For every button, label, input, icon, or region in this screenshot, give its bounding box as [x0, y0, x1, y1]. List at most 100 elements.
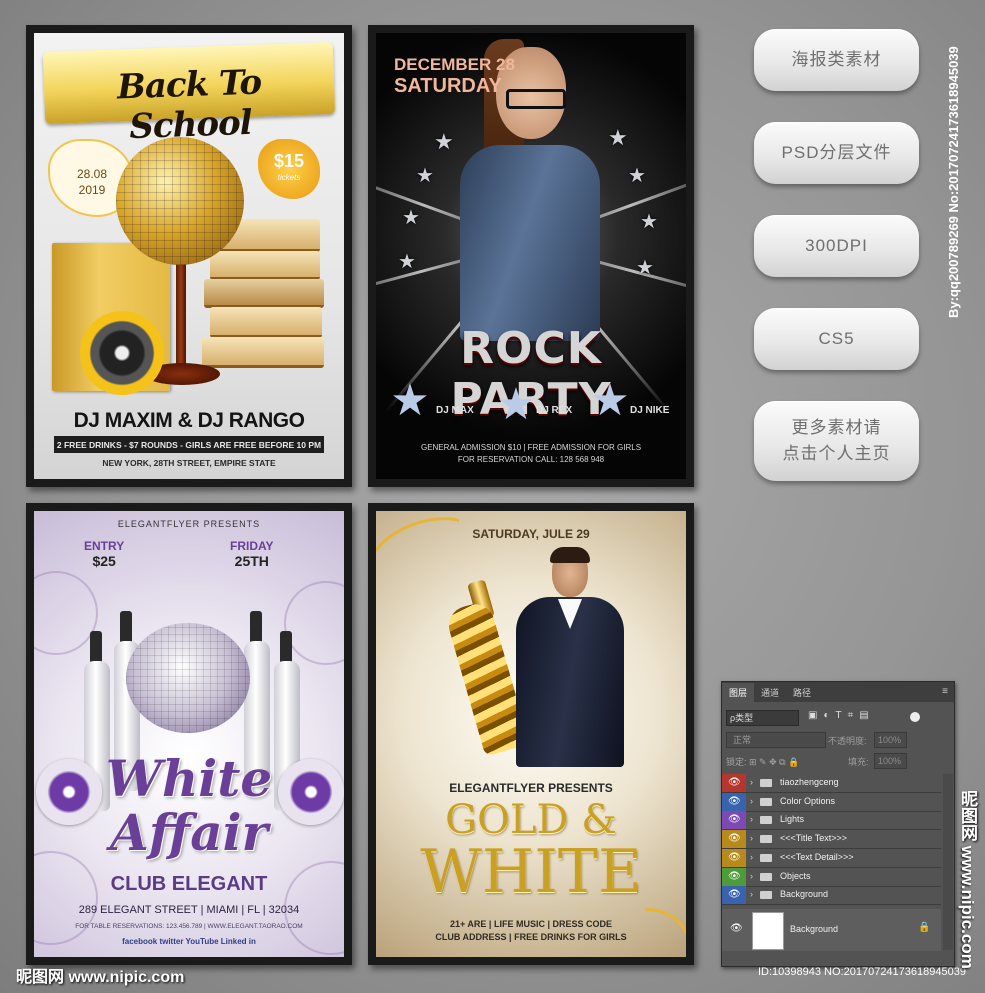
chevron-right-icon[interactable]: ›: [750, 777, 753, 787]
layer-row[interactable]: 👁 › Lights: [722, 811, 941, 831]
date-line1: 28.08: [76, 167, 108, 181]
layers-panel: 图层 通道 路径 ≡ ρ类型 ▣◐T⌗▤ 正常 不透明度: 100% 锁定: ⊞…: [721, 681, 955, 967]
star-icon: ★: [640, 211, 658, 233]
star-icon: ★: [402, 207, 420, 229]
ornament: [34, 571, 98, 655]
layer-row[interactable]: 👁 › Background: [722, 886, 941, 906]
price-value: $15: [273, 151, 305, 171]
bottle-neck: [120, 611, 132, 645]
background-layer[interactable]: 👁 Background 🔒: [722, 909, 941, 951]
layer-row[interactable]: 👁 › <<<Text Detail>>>: [722, 848, 941, 868]
woman-shirt: [460, 145, 600, 341]
folder-icon: [760, 779, 772, 787]
lock-icon[interactable]: 🔒: [918, 922, 930, 933]
chevron-right-icon[interactable]: ›: [750, 889, 753, 899]
eye-icon[interactable]: 👁: [730, 923, 743, 934]
man-hair: [550, 547, 590, 563]
pill-more-line2: 点击个人主页: [782, 444, 891, 463]
poster-white-affair: ELEGANTFLYER PRESENTS ENTRY $25 FRIDAY 2…: [34, 511, 344, 957]
filter-toggle[interactable]: [910, 712, 920, 722]
layer-name: Lights: [780, 814, 805, 825]
poster-frame-gold-white[interactable]: SATURDAY, JULE 29 ELEGANTFLYER PRESENTS …: [368, 503, 694, 965]
poster-frame-rock-party[interactable]: ★ ★ ★ ★ ★ ★ ★ ★ DECEMBER 28 SATURDAY ROC…: [368, 25, 694, 487]
layer-name: <<<Title Text>>>: [780, 833, 848, 844]
eye-icon[interactable]: 👁: [728, 852, 741, 864]
price-sub: tickets: [277, 173, 301, 182]
folder-icon: [760, 797, 772, 806]
presents-line: ELEGANTFLYER PRESENTS: [117, 519, 261, 529]
poster-frame-white-affair[interactable]: ELEGANTFLYER PRESENTS ENTRY $25 FRIDAY 2…: [26, 503, 352, 965]
chevron-right-icon[interactable]: ›: [750, 814, 753, 824]
poster-frame-back-to-school[interactable]: Back To School 28.08 2019 $15 tickets DJ…: [26, 25, 352, 487]
eye-icon[interactable]: 👁: [728, 777, 741, 789]
layer-row[interactable]: 👁 › Objects: [722, 867, 941, 887]
poster-rock-party: ★ ★ ★ ★ ★ ★ ★ ★ DECEMBER 28 SATURDAY ROC…: [376, 33, 686, 479]
star-icon: ★: [590, 376, 630, 425]
layer-filter-select[interactable]: ρ类型: [726, 710, 799, 726]
blend-mode-select[interactable]: 正常: [726, 732, 826, 748]
chevron-right-icon[interactable]: ›: [750, 796, 753, 806]
layer-name: Background: [780, 889, 829, 900]
fill-label: 填充:: [848, 757, 869, 767]
pill-poster-material[interactable]: 海报类素材: [754, 29, 919, 91]
glasses: [506, 89, 566, 109]
eye-icon[interactable]: 👁: [728, 833, 741, 845]
day-block: FRIDAY 25TH: [230, 539, 274, 569]
chevron-right-icon[interactable]: ›: [750, 871, 753, 881]
globe-stand: [176, 261, 186, 371]
chevron-right-icon[interactable]: ›: [750, 852, 753, 862]
poster-title: Back To School: [116, 62, 262, 148]
filter-icons[interactable]: ▣◐T⌗▤: [808, 710, 875, 721]
opacity-input[interactable]: 100%: [874, 732, 907, 748]
panel-menu-icon[interactable]: ≡: [942, 686, 948, 697]
speaker-image: [80, 311, 164, 395]
star-icon: ★: [628, 165, 646, 187]
layer-row[interactable]: 👁 › <<<Title Text>>>: [722, 830, 941, 850]
book-image: [210, 307, 322, 338]
layer-row[interactable]: 👁 › Color Options: [722, 792, 941, 812]
tab-layers[interactable]: 图层: [722, 683, 755, 702]
fill-input[interactable]: 100%: [874, 753, 907, 769]
club-address: 289 ELEGANT STREET | MIAMI | FL | 32034: [78, 904, 300, 916]
poster-info-line1: 21+ ARE | LIFE MUSIC | DRESS CODE: [450, 919, 612, 929]
bottle-neck: [250, 611, 262, 645]
ornament: [34, 851, 98, 945]
pill-cs5[interactable]: CS5: [754, 308, 919, 370]
eye-icon[interactable]: 👁: [728, 871, 741, 883]
layer-name: Color Options: [780, 795, 836, 806]
chevron-right-icon[interactable]: ›: [750, 833, 753, 843]
folder-icon: [760, 872, 772, 881]
day-value: 25TH: [234, 553, 269, 569]
entry-block: ENTRY $25: [84, 539, 124, 569]
author-id-vertical: By:qq20078926​9 No:20170724173618945039: [946, 46, 961, 318]
event-date: DECEMBER 28: [394, 55, 515, 74]
star-icon: ★: [636, 257, 654, 279]
pill-psd-layered[interactable]: PSD分层文件: [754, 122, 919, 184]
pill-more-materials[interactable]: 更多素材请 点击个人主页: [754, 401, 919, 481]
poster-info-line2: FOR RESERVATION CALL: 128 568 948: [457, 455, 605, 464]
lock-label: 锁定:: [726, 757, 747, 767]
lock-row[interactable]: 锁定: ⊞ ✎ ✥ ⧉ 🔒: [726, 755, 799, 768]
poster-info-line2: NEW YORK, 28TH STREET, EMPIRE STATE: [102, 458, 276, 468]
bottle-neck: [280, 631, 292, 665]
pill-300dpi[interactable]: 300DPI: [754, 215, 919, 277]
star-icon: ★: [390, 376, 430, 425]
poster-gold-white: SATURDAY, JULE 29 ELEGANTFLYER PRESENTS …: [376, 511, 686, 957]
folder-icon: [760, 891, 772, 900]
star-icon: ★: [398, 251, 416, 273]
bottle-neck: [90, 631, 102, 665]
tab-paths[interactable]: 路径: [786, 683, 818, 702]
poster-info-line1: 2 FREE DRINKS - $7 ROUNDS - GIRLS ARE FR…: [56, 440, 322, 450]
dj-name-3: DJ NIKE: [630, 405, 670, 416]
eye-icon[interactable]: 👁: [728, 796, 741, 808]
poster-title-line1: White: [105, 749, 273, 808]
folder-icon: [760, 816, 772, 825]
dj-name-1: DJ MAX: [436, 405, 474, 416]
eye-icon[interactable]: 👁: [728, 814, 741, 826]
eye-icon[interactable]: 👁: [728, 889, 741, 901]
title-scroll: Back To School: [42, 41, 336, 147]
poster-title-line2: WHITE: [420, 837, 642, 907]
layer-row[interactable]: 👁 › tiaozhengceng: [722, 774, 941, 793]
tab-channels[interactable]: 通道: [754, 683, 786, 702]
entry-value: $25: [92, 553, 116, 569]
